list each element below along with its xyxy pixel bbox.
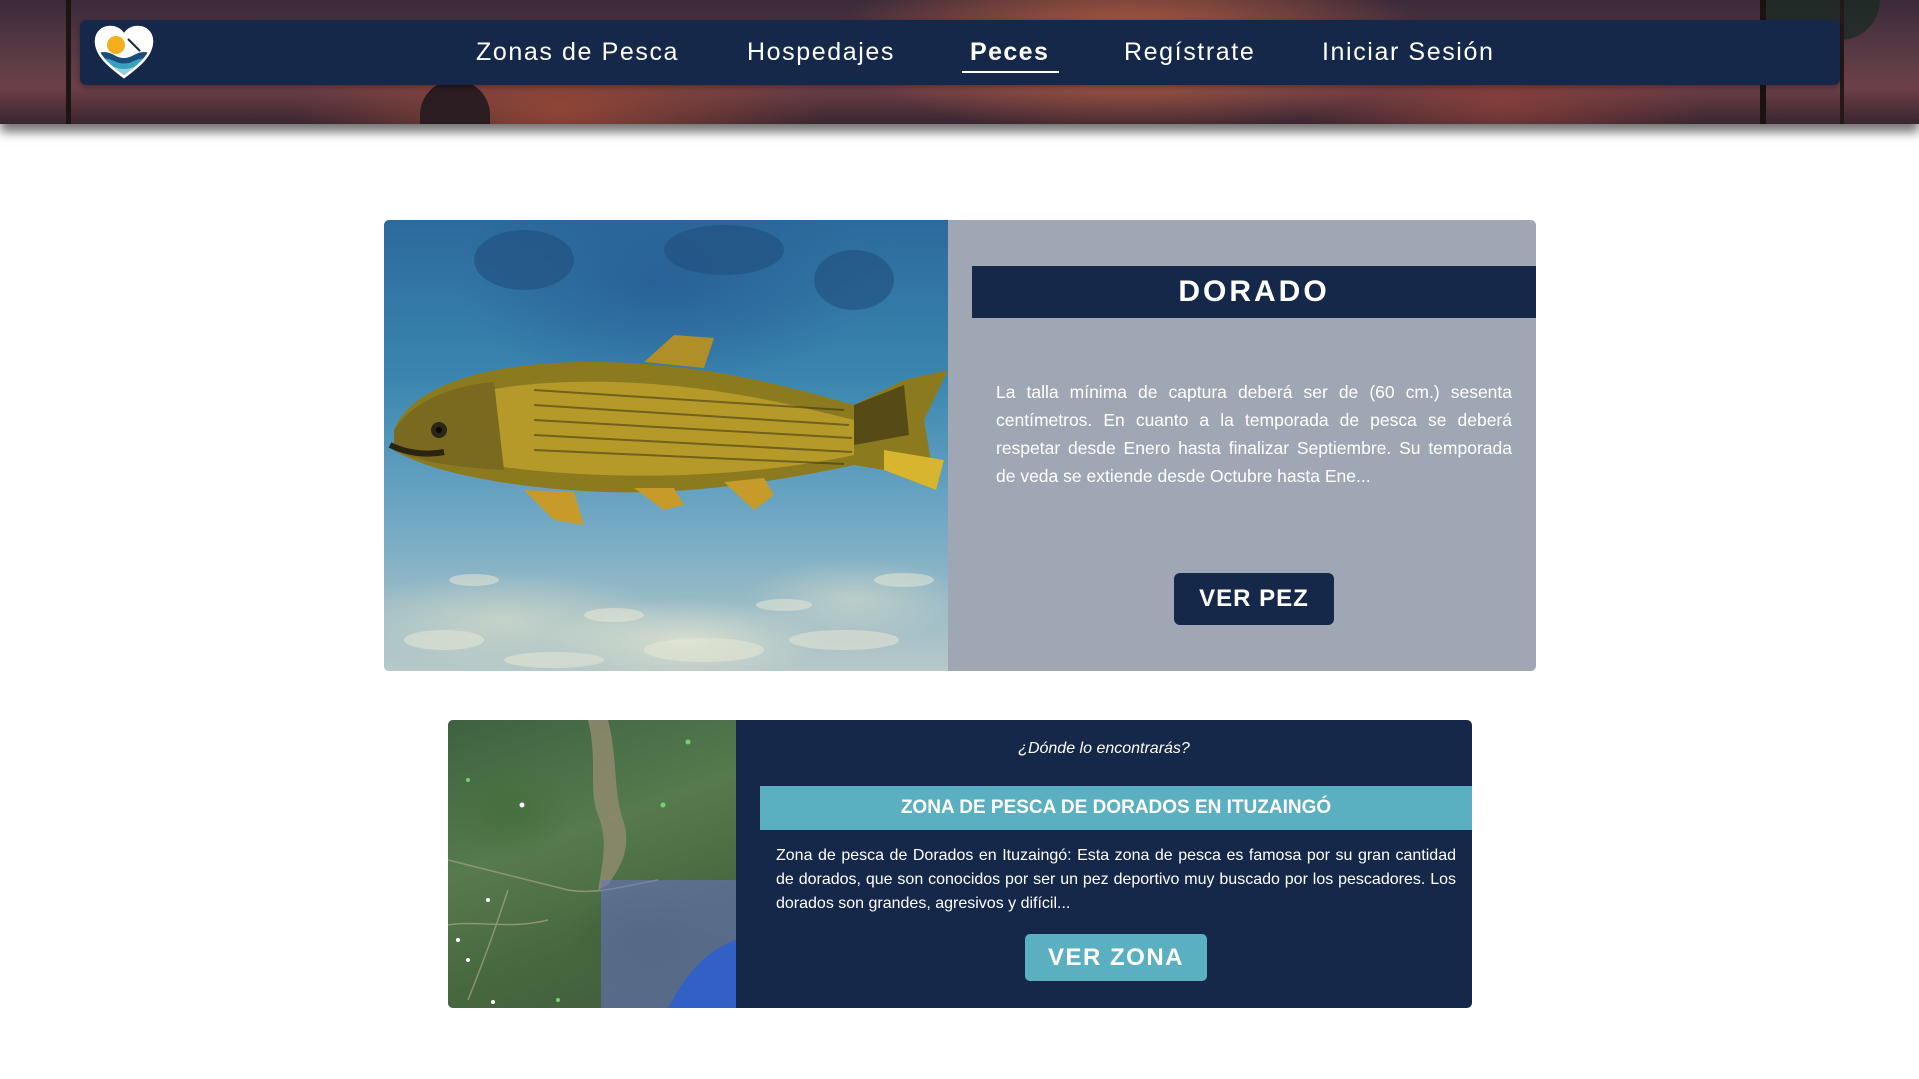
ver-zona-button[interactable]: VER ZONA (1025, 934, 1207, 981)
main-navigation: Zonas de Pesca Hospedajes Peces Regístra… (0, 20, 1919, 85)
zone-satellite-map (448, 720, 736, 1008)
fish-card: DORADO La talla mínima de captura deberá… (384, 220, 1536, 671)
fish-title-bar: DORADO (972, 266, 1536, 318)
nav-zonas-de-pesca[interactable]: Zonas de Pesca (476, 38, 679, 67)
zone-subtitle: ¿Dónde lo encontrarás? (1018, 740, 1190, 757)
zone-card: ¿Dónde lo encontrarás? ZONA DE PESCA DE … (448, 720, 1472, 1008)
fish-title: DORADO (1178, 275, 1330, 308)
nav-hospedajes[interactable]: Hospedajes (747, 38, 895, 67)
active-nav-underline (962, 71, 1059, 73)
zone-title-bar: ZONA DE PESCA DE DORADOS EN ITUZAINGÓ (760, 786, 1472, 830)
ver-pez-button[interactable]: VER PEZ (1174, 573, 1334, 625)
zone-title: ZONA DE PESCA DE DORADOS EN ITUZAINGÓ (900, 797, 1332, 818)
background-silhouette (420, 80, 490, 124)
nav-peces[interactable]: Peces (970, 38, 1049, 67)
nav-registrate[interactable]: Regístrate (1124, 38, 1255, 67)
fish-info-panel: DORADO La talla mínima de captura deberá… (948, 220, 1536, 671)
fish-description: La talla mínima de captura deberá ser de… (996, 382, 1512, 486)
dorado-fish-photo (384, 220, 948, 671)
nav-iniciar-sesion[interactable]: Iniciar Sesión (1322, 38, 1494, 67)
zone-description: Zona de pesca de Dorados en Ituzaingó: E… (776, 847, 1456, 912)
